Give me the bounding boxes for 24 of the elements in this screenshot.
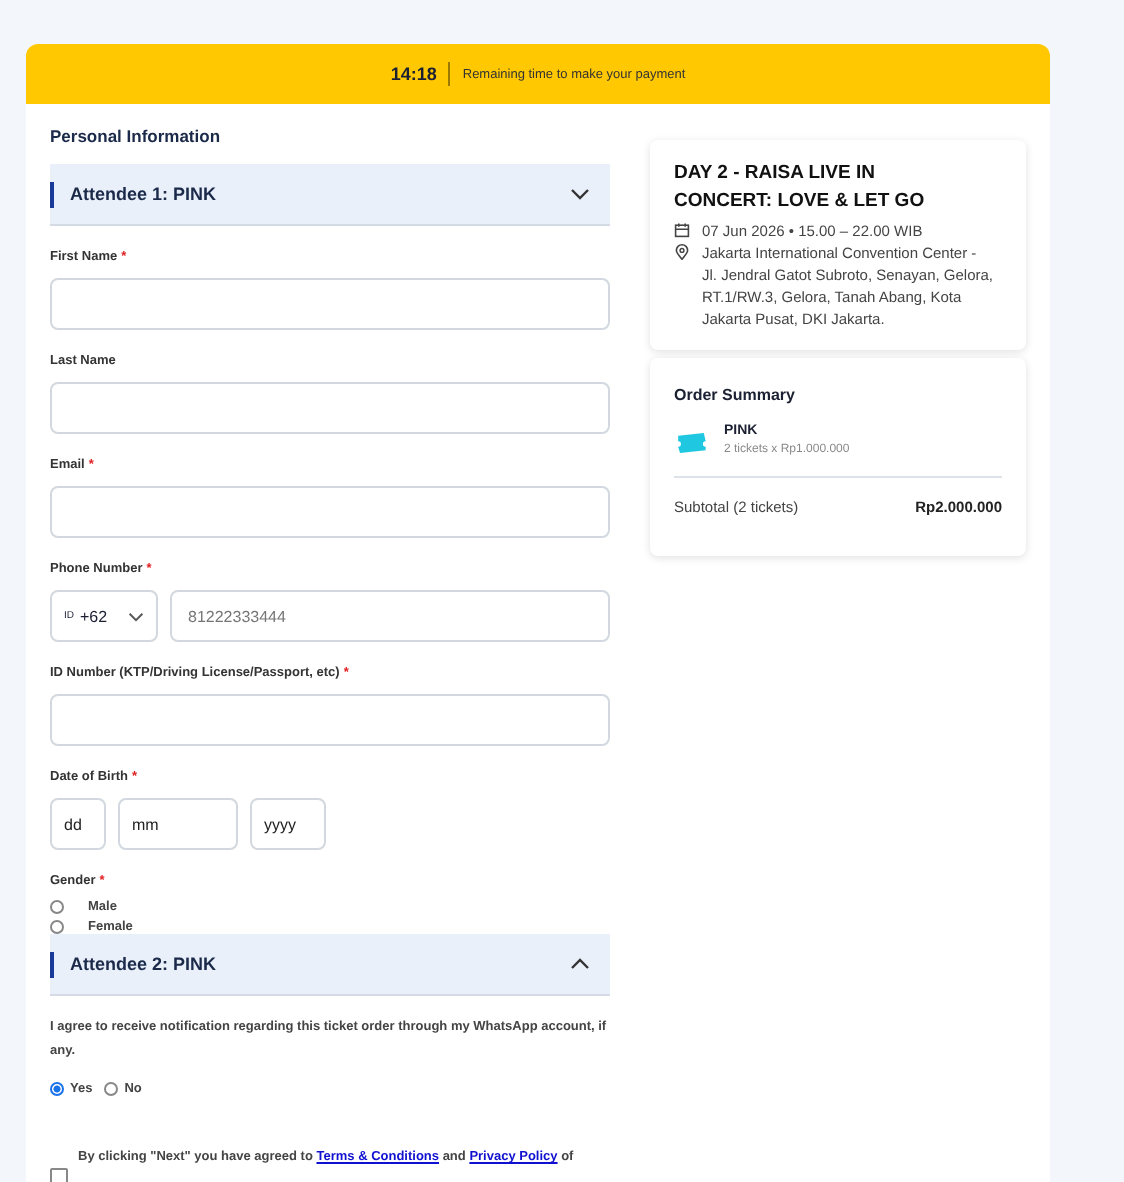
calendar-icon xyxy=(674,222,690,238)
text-field[interactable] xyxy=(50,694,610,746)
location-pin-icon xyxy=(674,244,690,260)
chevron-icon xyxy=(570,958,590,970)
checkbox[interactable] xyxy=(50,1168,68,1182)
radio-button[interactable] xyxy=(50,1082,64,1096)
phone-field[interactable]: 81222333444 xyxy=(170,590,610,642)
text-field[interactable] xyxy=(50,382,610,434)
chevron-icon xyxy=(128,611,144,621)
ticket-icon xyxy=(674,432,708,454)
text-field[interactable] xyxy=(50,486,610,538)
countdown-timer: 14:18 xyxy=(390,64,437,84)
section-title: Personal Information xyxy=(50,126,223,146)
date-field[interactable]: dd xyxy=(50,798,106,850)
radio-button[interactable] xyxy=(104,1082,119,1096)
event-title: DAY 2 - RAISA LIVE IN CONCERT: LOVE & LET GO xyxy=(674,160,927,216)
attendee-header[interactable]: Attendee 1: PINK xyxy=(50,164,610,226)
attendee-header[interactable]: Attendee 2: PINK xyxy=(50,934,610,996)
radio-button[interactable] xyxy=(50,900,64,914)
chevron-icon xyxy=(570,188,590,200)
date-field[interactable]: mm xyxy=(118,798,238,850)
text-field[interactable] xyxy=(50,278,610,330)
summary-title: Order Summary xyxy=(674,386,797,404)
date-field[interactable]: yyyy xyxy=(250,798,326,850)
